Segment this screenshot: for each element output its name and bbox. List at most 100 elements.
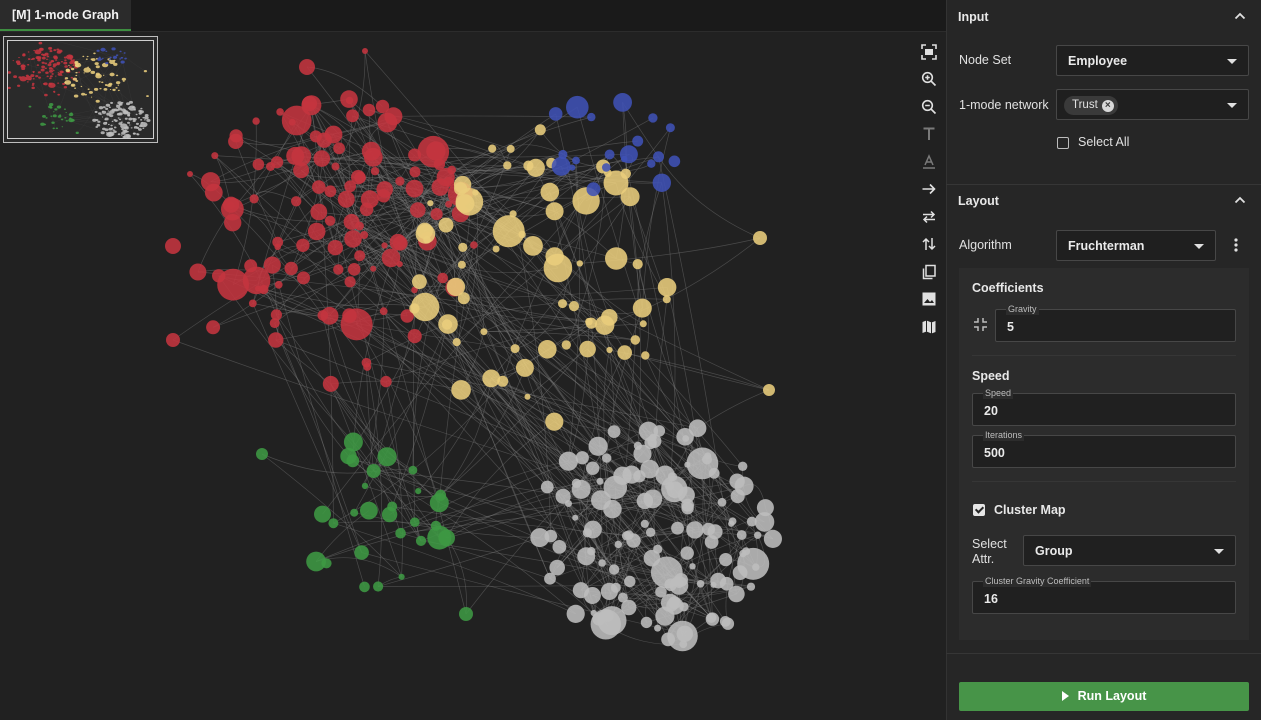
graph-node[interactable]: [721, 617, 735, 630]
graph-node[interactable]: [696, 580, 705, 588]
graph-node[interactable]: [649, 433, 657, 442]
graph-node[interactable]: [274, 243, 282, 251]
graph-node[interactable]: [587, 112, 596, 122]
graph-node[interactable]: [736, 530, 747, 540]
tab-1-mode-graph[interactable]: [M] 1-mode Graph: [0, 0, 131, 31]
graph-node[interactable]: [299, 59, 315, 75]
graph-node[interactable]: [689, 563, 696, 570]
select-all-checkbox[interactable]: [1057, 137, 1069, 149]
graph-node[interactable]: [666, 597, 684, 615]
graph-node[interactable]: [263, 256, 281, 274]
chevron-up-icon[interactable]: [1233, 9, 1247, 23]
graph-node[interactable]: [361, 482, 369, 490]
graph-node[interactable]: [584, 520, 602, 539]
graph-node[interactable]: [668, 155, 681, 168]
graph-node[interactable]: [608, 564, 620, 575]
graph-node[interactable]: [375, 99, 390, 114]
cluster-gravity-field[interactable]: Cluster Gravity Coefficient 16: [972, 575, 1236, 614]
graph-node[interactable]: [470, 241, 478, 249]
graph-node[interactable]: [306, 551, 326, 572]
graph-node[interactable]: [415, 488, 422, 495]
graph-node[interactable]: [680, 546, 694, 560]
graph-node[interactable]: [322, 375, 339, 392]
graph-node[interactable]: [600, 582, 619, 601]
graph-node[interactable]: [586, 182, 601, 197]
graph-node[interactable]: [708, 467, 720, 479]
graph-node[interactable]: [252, 158, 265, 171]
graph-node[interactable]: [415, 535, 427, 547]
graph-node[interactable]: [686, 521, 704, 539]
graph-node[interactable]: [316, 132, 332, 148]
graph-node[interactable]: [410, 202, 426, 218]
graph-node[interactable]: [379, 307, 388, 316]
graph-node[interactable]: [228, 133, 244, 149]
graph-node[interactable]: [530, 528, 550, 548]
graph-node[interactable]: [314, 505, 331, 523]
graph-node[interactable]: [613, 93, 632, 112]
graph-node[interactable]: [313, 150, 331, 167]
graph-node[interactable]: [588, 436, 608, 456]
graph-node[interactable]: [746, 582, 756, 591]
graph-node[interactable]: [288, 118, 296, 126]
run-layout-button[interactable]: Run Layout: [959, 682, 1249, 711]
graph-node[interactable]: [360, 501, 378, 520]
graph-node[interactable]: [396, 261, 403, 268]
graph-node[interactable]: [702, 522, 716, 536]
graph-node[interactable]: [621, 599, 637, 616]
graph-node[interactable]: [307, 222, 326, 241]
graph-node[interactable]: [360, 231, 369, 239]
graph-node[interactable]: [389, 233, 407, 251]
graph-node[interactable]: [256, 448, 268, 460]
graph-node[interactable]: [166, 333, 180, 347]
graph-node[interactable]: [526, 158, 545, 177]
graph-node[interactable]: [331, 162, 340, 171]
graph-node[interactable]: [654, 624, 662, 632]
graph-node[interactable]: [575, 451, 589, 465]
graph-node[interactable]: [381, 242, 388, 249]
graph-node[interactable]: [455, 194, 475, 214]
graph-node[interactable]: [583, 587, 601, 604]
graph-node[interactable]: [653, 151, 664, 163]
graph-node[interactable]: [324, 185, 337, 198]
zoom-out-icon[interactable]: [916, 93, 942, 121]
graph-node[interactable]: [620, 187, 640, 207]
graph-node[interactable]: [605, 247, 628, 270]
graph-node[interactable]: [632, 259, 643, 270]
graph-node[interactable]: [189, 263, 207, 281]
chevron-up-icon[interactable]: [1233, 193, 1247, 207]
graph-node[interactable]: [435, 489, 447, 501]
graph-node[interactable]: [704, 452, 712, 460]
graph-node[interactable]: [586, 461, 600, 475]
graph-node[interactable]: [266, 162, 275, 171]
graph-node[interactable]: [291, 196, 302, 207]
graph-node[interactable]: [346, 109, 359, 123]
graph-node[interactable]: [459, 607, 473, 621]
graph-node[interactable]: [739, 549, 747, 558]
graph-node[interactable]: [492, 245, 500, 253]
graph-node[interactable]: [405, 179, 424, 198]
graph-node[interactable]: [602, 453, 612, 463]
graph-node[interactable]: [284, 261, 298, 276]
graph-node[interactable]: [576, 260, 583, 267]
graph-node[interactable]: [398, 573, 405, 580]
graph-node[interactable]: [244, 259, 258, 273]
graph-node[interactable]: [684, 461, 691, 468]
select-attr-select[interactable]: Group: [1023, 535, 1236, 566]
graph-node[interactable]: [543, 253, 573, 283]
graph-node[interactable]: [552, 540, 567, 554]
graph-node[interactable]: [270, 309, 282, 321]
graph-node[interactable]: [604, 149, 615, 160]
speed-field[interactable]: Speed 20: [972, 387, 1236, 426]
swap-horizontal-icon[interactable]: [916, 203, 942, 231]
graph-node[interactable]: [710, 581, 717, 588]
graph-node[interactable]: [376, 181, 394, 198]
graph-node[interactable]: [408, 465, 418, 475]
zoom-in-icon[interactable]: [916, 66, 942, 94]
graph-node[interactable]: [753, 231, 767, 245]
image-icon[interactable]: [916, 286, 942, 314]
graph-node[interactable]: [340, 90, 358, 108]
graph-node[interactable]: [728, 585, 745, 603]
graph-node[interactable]: [566, 604, 585, 624]
graph-node[interactable]: [551, 156, 571, 176]
graph-node[interactable]: [544, 572, 556, 585]
